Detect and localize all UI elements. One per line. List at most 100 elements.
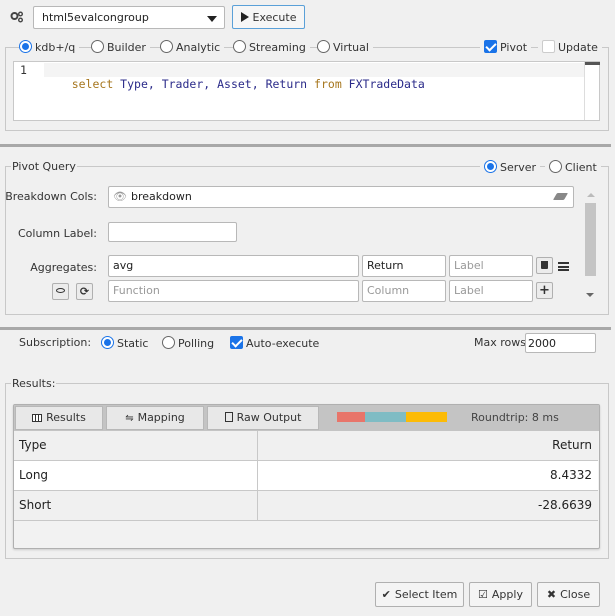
radio-streaming[interactable] [233, 40, 246, 53]
column-label-input[interactable] [108, 222, 237, 242]
aggregate-function-input[interactable]: avg [108, 255, 359, 277]
new-label-input[interactable]: Label [449, 280, 533, 302]
table-row[interactable]: Long 8.4332 [14, 461, 598, 491]
radio-polling[interactable] [162, 336, 175, 349]
tab-results[interactable]: Results [15, 406, 103, 430]
mapping-icon: ⇋ [125, 413, 134, 424]
results-legend: Results: [11, 377, 57, 390]
radio-kdbq[interactable] [19, 40, 32, 53]
cell-type: Long [14, 461, 258, 490]
tab-results-label: Results [46, 411, 86, 424]
max-rows-label: Max rows: [474, 336, 530, 349]
client-label: Client [565, 161, 597, 174]
timing-segment-server [406, 412, 447, 422]
new-function-input[interactable]: Function [108, 280, 359, 302]
mode-analytic[interactable]: Analytic [160, 40, 225, 54]
execute-button[interactable]: Execute [232, 5, 305, 29]
table-header-row: Type Return [14, 431, 598, 461]
tab-mapping-label: Mapping [137, 411, 185, 424]
pivot-checkbox[interactable] [484, 40, 497, 53]
cell-return: -28.6639 [538, 498, 592, 512]
client-option[interactable]: Client [545, 160, 601, 174]
refresh-button[interactable]: ⟳ [76, 283, 93, 300]
table-icon [32, 414, 43, 422]
settings-icon[interactable] [10, 10, 24, 24]
radio-static[interactable] [101, 336, 114, 349]
mode-streaming-label: Streaming [249, 41, 306, 54]
apply-button[interactable]: ☑ Apply [469, 582, 532, 607]
divider [0, 144, 611, 147]
editor-scrollbar[interactable] [584, 62, 600, 120]
eye-icon [56, 288, 65, 293]
breakdown-cols-input[interactable]: 👁 breakdown [108, 186, 574, 208]
table-row[interactable]: Short -28.6639 [14, 491, 598, 521]
server-option[interactable]: Server [480, 160, 541, 174]
header-type[interactable]: Type [14, 431, 258, 461]
update-label: Update [558, 41, 598, 54]
add-aggregate-button[interactable]: + [536, 282, 553, 299]
radio-server[interactable] [484, 160, 497, 173]
tab-raw-output-label: Raw Output [236, 411, 302, 424]
code-token: select [71, 77, 114, 91]
mode-builder[interactable]: Builder [91, 40, 150, 54]
mode-virtual-label: Virtual [333, 41, 369, 54]
subscription-label: Subscription: [19, 336, 92, 349]
max-rows-input[interactable]: 2000 [525, 333, 596, 353]
query-editor[interactable]: 1 select Type, Trader, Asset, Return fro… [13, 61, 600, 121]
aggregate-column-input[interactable]: Return [362, 255, 446, 277]
apply-label: Apply [491, 588, 523, 601]
close-button[interactable]: ✖ Close [537, 582, 600, 607]
mode-builder-label: Builder [107, 41, 146, 54]
execute-label: Execute [252, 11, 297, 24]
tab-mapping[interactable]: ⇋ Mapping [106, 406, 204, 430]
refresh-icon: ⟳ [79, 285, 90, 298]
pivot-scrollbar[interactable] [584, 189, 597, 301]
radio-virtual[interactable] [317, 40, 330, 53]
mode-virtual[interactable]: Virtual [317, 40, 373, 54]
update-option[interactable]: Update [538, 40, 602, 54]
pivot-option[interactable]: Pivot [480, 40, 532, 54]
pivot-scrollbar-thumb[interactable] [585, 203, 596, 276]
timing-bar [337, 412, 447, 422]
new-column-input[interactable]: Column [362, 280, 446, 302]
delete-aggregate-button[interactable] [536, 257, 553, 274]
breakdown-value: breakdown [130, 190, 192, 203]
editor-code-line: select Type, Trader, Asset, Return from … [44, 63, 425, 105]
drag-handle-icon[interactable] [558, 262, 569, 271]
auto-execute-checkbox[interactable] [230, 336, 243, 349]
mode-streaming[interactable]: Streaming [233, 40, 310, 54]
check-square-icon: ☑ [478, 588, 488, 601]
preview-button[interactable] [52, 283, 69, 300]
update-checkbox[interactable] [542, 40, 555, 53]
divider [0, 327, 611, 330]
timing-segment-client [337, 412, 365, 422]
connection-select[interactable]: html5evalcongroup [33, 6, 225, 29]
tab-raw-output[interactable]: Raw Output [207, 406, 319, 430]
checkmark-icon: ✔ [381, 588, 391, 601]
code-token: from [314, 77, 342, 91]
roundtrip-label: Roundtrip: 8 ms [471, 411, 559, 424]
mode-kdbq[interactable]: kdb+/q [19, 40, 80, 54]
column-label-label: Column Label: [17, 227, 97, 240]
radio-builder[interactable] [91, 40, 104, 53]
close-label: Close [560, 588, 591, 601]
auto-execute-label: Auto-execute [246, 337, 320, 350]
header-return[interactable]: Return [258, 431, 597, 460]
scroll-down-icon[interactable] [586, 293, 594, 297]
static-option[interactable]: Static [101, 336, 148, 350]
mode-kdbq-label: kdb+/q [35, 41, 76, 54]
auto-execute-option[interactable]: Auto-execute [230, 336, 319, 350]
polling-label: Polling [178, 337, 215, 350]
scroll-up-icon[interactable] [586, 193, 595, 197]
eye-icon: 👁 [113, 190, 127, 203]
server-label: Server [500, 161, 537, 174]
editor-scrollbar-thumb[interactable] [585, 62, 600, 65]
select-item-button[interactable]: ✔ Select Item [375, 582, 464, 607]
radio-client[interactable] [549, 160, 562, 173]
close-icon: ✖ [546, 588, 557, 601]
eraser-icon[interactable] [552, 193, 569, 200]
polling-option[interactable]: Polling [162, 336, 214, 350]
document-icon [224, 412, 233, 422]
radio-analytic[interactable] [160, 40, 173, 53]
aggregate-label-input[interactable]: Label [449, 255, 533, 277]
